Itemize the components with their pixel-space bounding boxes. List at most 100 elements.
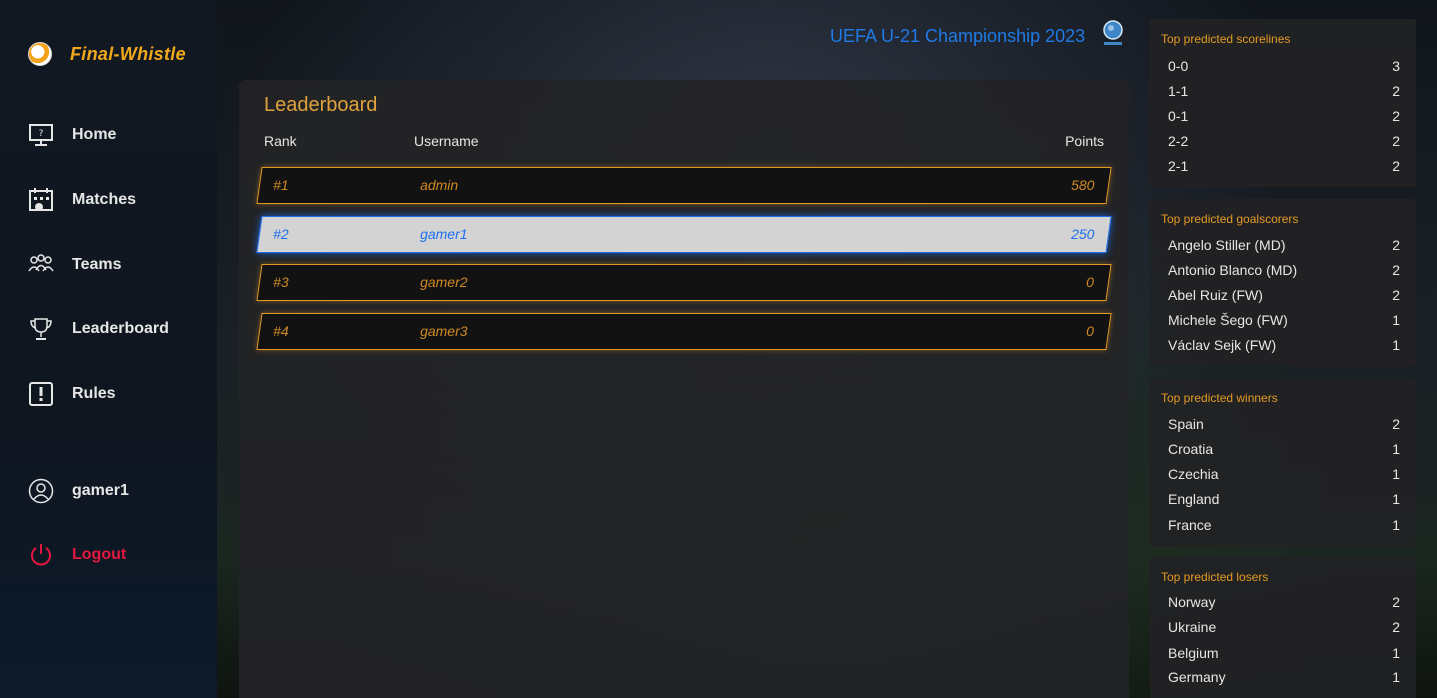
card-title: Top predicted scorelines [1161, 32, 1291, 46]
football-logo-icon [28, 42, 52, 66]
stat-count: 2 [1392, 416, 1400, 432]
nav-label-rules: Rules [72, 385, 116, 402]
stat-row: Václav Sejk (FW) 1 [1168, 337, 1400, 357]
nav-label-user: gamer1 [72, 482, 129, 499]
stat-row: Angelo Stiller (MD) 2 [1168, 237, 1400, 257]
stat-row: England 1 [1168, 491, 1400, 511]
stat-count: 1 [1392, 517, 1400, 533]
stat-count: 1 [1392, 466, 1400, 482]
row-username: gamer2 [420, 274, 468, 290]
stat-count: 1 [1392, 337, 1400, 353]
row-username: admin [420, 177, 459, 193]
alert-icon [28, 381, 54, 407]
brand-name: Final-Whistle [70, 43, 186, 64]
row-rank: #4 [273, 323, 289, 339]
stats-card-winners: Top predicted winners Spain 2 Croatia 1 Cz… [1150, 378, 1416, 546]
nav-item-leaderboard[interactable]: Leaderboard [28, 316, 169, 342]
stat-row: 2-2 2 [1168, 133, 1400, 153]
stat-count: 3 [1392, 58, 1400, 74]
power-icon [28, 542, 54, 568]
nav-item-rules[interactable]: Rules [28, 381, 116, 407]
stat-row: Germany 1 [1168, 669, 1400, 689]
stat-label: Ukraine [1168, 619, 1217, 635]
leaderboard-row[interactable]: #3 gamer2 0 [256, 264, 1112, 301]
stat-label: 2-2 [1168, 133, 1189, 149]
stat-label: Croatia [1168, 441, 1214, 457]
stat-count: 2 [1392, 287, 1400, 303]
stat-row: Spain 2 [1168, 416, 1400, 436]
column-header-points: Points [1065, 133, 1104, 149]
stat-label: Czechia [1168, 466, 1219, 482]
stat-row: Czechia 1 [1168, 466, 1400, 486]
sidebar: Final-Whistle ? Home Matches Teams Leade… [0, 0, 217, 698]
stat-label: England [1168, 491, 1220, 507]
row-username: gamer1 [420, 226, 468, 242]
stats-card-losers: Top predicted losers Norway 2 Ukraine 2 Be… [1150, 557, 1416, 698]
tournament-title: UEFA U-21 Championship 2023 [830, 26, 1086, 46]
nav-item-matches[interactable]: Matches [28, 187, 136, 213]
nav-label-logout: Logout [72, 546, 127, 563]
leaderboard-row[interactable]: #1 admin 580 [256, 167, 1112, 204]
stat-count: 1 [1392, 645, 1400, 661]
stat-row: 1-1 2 [1168, 83, 1400, 103]
nav-item-profile[interactable]: gamer1 [28, 478, 129, 504]
stat-count: 2 [1392, 262, 1400, 278]
stat-label: 0-1 [1168, 108, 1189, 124]
stat-label: Belgium [1168, 645, 1219, 661]
stat-count: 2 [1392, 108, 1400, 124]
stat-label: 1-1 [1168, 83, 1189, 99]
stat-label: Abel Ruiz (FW) [1168, 287, 1263, 303]
stat-label: France [1168, 517, 1212, 533]
stat-label: Antonio Blanco (MD) [1168, 262, 1298, 278]
card-title: Top predicted losers [1161, 570, 1269, 584]
stats-card-scorelines: Top predicted scorelines 0-0 3 1-1 2 0-1 2 … [1150, 19, 1416, 187]
stat-label: 0-0 [1168, 58, 1189, 74]
nav-label-home: Home [72, 126, 117, 143]
leaderboard-panel: Leaderboard Rank Username Points #1 admi… [239, 80, 1129, 698]
column-header-username: Username [414, 133, 479, 149]
row-points: 0 [1086, 274, 1095, 290]
stat-row: Abel Ruiz (FW) 2 [1168, 287, 1400, 307]
stat-row: France 1 [1168, 517, 1400, 537]
stat-label: Václav Sejk (FW) [1168, 337, 1277, 353]
tournament-logo-icon [1102, 20, 1124, 48]
column-header-rank: Rank [264, 133, 297, 149]
stat-row: Michele Šego (FW) 1 [1168, 312, 1400, 332]
stat-count: 1 [1392, 669, 1400, 685]
calendar-icon [28, 187, 54, 213]
row-rank: #3 [273, 274, 289, 290]
row-points: 250 [1070, 226, 1095, 242]
stat-count: 1 [1392, 491, 1400, 507]
brand[interactable]: Final-Whistle [28, 42, 186, 66]
nav-item-home[interactable]: ? Home [28, 122, 116, 148]
stat-row: Antonio Blanco (MD) 2 [1168, 262, 1400, 282]
stat-row: 0-1 2 [1168, 108, 1400, 128]
stat-row: Croatia 1 [1168, 441, 1400, 461]
stat-label: Germany [1168, 669, 1226, 685]
row-username: gamer3 [420, 323, 468, 339]
nav-item-logout[interactable]: Logout [28, 542, 126, 568]
stat-count: 2 [1392, 594, 1400, 610]
stat-count: 2 [1392, 619, 1400, 635]
stats-card-goalscorers: Top predicted goalscorers Angelo Stiller… [1150, 199, 1416, 366]
leaderboard-row[interactable]: #4 gamer3 0 [256, 313, 1112, 350]
nav-item-teams[interactable]: Teams [28, 252, 122, 278]
stat-count: 2 [1392, 158, 1400, 174]
stat-label: Angelo Stiller (MD) [1168, 237, 1286, 253]
stat-label: 2-1 [1168, 158, 1189, 174]
leaderboard-row-current-user[interactable]: #2 gamer1 250 [256, 216, 1112, 253]
row-rank: #1 [273, 177, 289, 193]
leaderboard-title: Leaderboard [264, 94, 378, 116]
team-icon [28, 252, 54, 278]
stat-row: 2-1 2 [1168, 158, 1400, 178]
user-icon [28, 478, 54, 504]
stat-count: 2 [1392, 237, 1400, 253]
stat-count: 2 [1392, 133, 1400, 149]
stat-row: Norway 2 [1168, 594, 1400, 614]
stat-label: Michele Šego (FW) [1168, 312, 1288, 328]
svg-text:?: ? [39, 129, 44, 139]
stat-row: Belgium 1 [1168, 645, 1400, 665]
nav-label-leaderboard: Leaderboard [72, 320, 169, 337]
monitor-icon: ? [28, 122, 54, 148]
stat-count: 2 [1392, 83, 1400, 99]
